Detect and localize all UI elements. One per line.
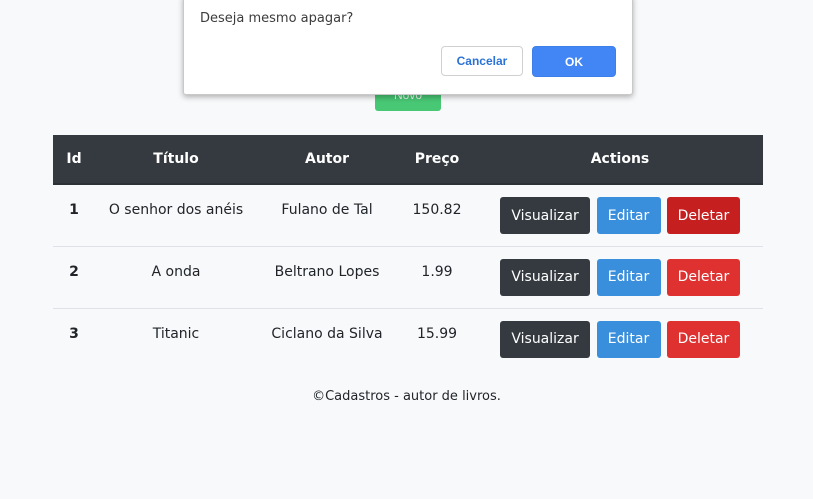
delete-button[interactable]: Deletar [666, 197, 740, 234]
confirm-dialog: Deseja mesmo apagar? Cancelar OK [183, 0, 633, 95]
cell-titulo: Titanic [152, 325, 200, 342]
edit-button[interactable]: Editar [596, 258, 661, 296]
cell-preco: 1.99 [421, 263, 453, 280]
table-row: 2 A onda Beltrano Lopes 1.99 Visualizar … [53, 246, 763, 308]
header-autor: Autor [257, 135, 397, 185]
header-preco: Preço [397, 135, 477, 185]
cell-preco: 15.99 [416, 325, 458, 342]
table-row: 1 O senhor dos anéis Fulano de Tal 150.8… [53, 184, 763, 246]
table-body: 1 O senhor dos anéis Fulano de Tal 150.8… [53, 184, 763, 370]
table-row: 3 Titanic Ciclano da Silva 15.99 Visuali… [53, 308, 763, 370]
cell-autor: Ciclano da Silva [271, 325, 383, 342]
cell-titulo: A onda [151, 263, 201, 280]
header-id: Id [53, 135, 95, 185]
cell-preco: 150.82 [412, 202, 462, 218]
view-button[interactable]: Visualizar [500, 320, 591, 358]
cell-id: 1 [69, 202, 79, 218]
cell-autor: Beltrano Lopes [274, 263, 380, 280]
table-header: Id Título Autor Preço Actions [53, 135, 763, 185]
cell-actions: Visualizar Editar Deletar [477, 308, 763, 370]
books-table: Id Título Autor Preço Actions 1 O senhor… [53, 135, 763, 370]
cell-titulo: O senhor dos anéis [108, 202, 244, 218]
delete-button[interactable]: Deletar [666, 320, 740, 358]
cell-id: 3 [69, 325, 79, 342]
edit-button[interactable]: Editar [596, 320, 661, 358]
view-button[interactable]: Visualizar [500, 197, 591, 234]
cell-id: 2 [69, 263, 79, 280]
cell-actions: Visualizar Editar Deletar [477, 246, 763, 308]
view-button[interactable]: Visualizar [500, 258, 591, 296]
dialog-ok-button[interactable]: OK [532, 46, 616, 77]
footer-text: ©Cadastros - autor de livros. [312, 389, 501, 404]
header-actions: Actions [477, 135, 763, 185]
dialog-cancel-button[interactable]: Cancelar [441, 46, 523, 76]
books-table-container: Id Título Autor Preço Actions 1 O senhor… [53, 135, 763, 370]
dialog-message: Deseja mesmo apagar? [200, 11, 354, 26]
edit-button[interactable]: Editar [596, 197, 661, 234]
cell-autor: Fulano de Tal [281, 202, 373, 218]
page: Novo Deseja mesmo apagar? Cancelar OK Id… [0, 0, 813, 499]
header-titulo: Título [95, 135, 257, 185]
cell-actions: Visualizar Editar Deletar [477, 184, 763, 246]
table-header-row: Id Título Autor Preço Actions [53, 135, 763, 185]
delete-button[interactable]: Deletar [666, 258, 740, 296]
